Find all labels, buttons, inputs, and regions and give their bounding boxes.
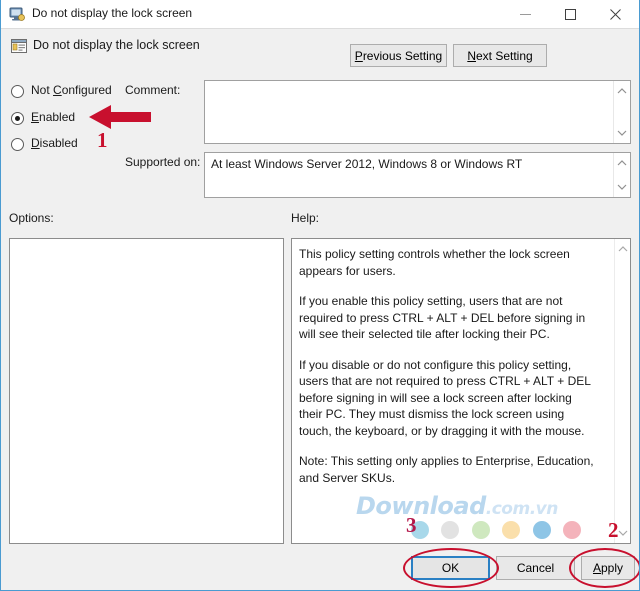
- setting-name-heading: Do not display the lock screen: [33, 38, 200, 52]
- previous-setting-button[interactable]: Previous Setting: [350, 44, 447, 67]
- annotation-number-3: 3: [406, 513, 417, 537]
- apply-accel: A: [592, 561, 601, 575]
- help-paragraph: If you enable this policy setting, users…: [299, 294, 586, 341]
- comment-label: Comment:: [125, 83, 181, 97]
- window-title: Do not display the lock screen: [32, 6, 193, 20]
- watermark-dot: [441, 521, 460, 539]
- watermark-dot: [532, 521, 551, 539]
- help-paragraph: Note: This setting only applies to Enter…: [299, 454, 594, 485]
- previous-setting-label-rest: revious Setting: [362, 48, 443, 63]
- help-text-content: This policy setting controls whether the…: [299, 246, 596, 486]
- annotation-number-1: 1: [97, 128, 108, 152]
- cancel-button[interactable]: Cancel: [496, 556, 575, 580]
- comment-input[interactable]: [204, 80, 631, 144]
- annotation-number-2: 2: [608, 518, 619, 542]
- next-setting-button[interactable]: Next Setting: [453, 44, 547, 67]
- ok-button[interactable]: OK: [411, 556, 490, 580]
- help-panel[interactable]: This policy setting controls whether the…: [291, 238, 631, 544]
- next-setting-accel: N: [467, 48, 476, 63]
- radio-enabled-label: Enabled: [31, 110, 76, 124]
- chevron-down-icon[interactable]: [614, 179, 630, 195]
- minimize-button[interactable]: [503, 0, 548, 28]
- supported-on-scrollbar[interactable]: [613, 153, 630, 197]
- group-policy-setting-dialog: Do not display the lock screen Do not di…: [0, 0, 640, 591]
- chevron-up-icon[interactable]: [615, 241, 631, 257]
- options-label: Options:: [9, 211, 54, 225]
- apply-label-rest: pply: [601, 561, 624, 575]
- help-paragraph: This policy setting controls whether the…: [299, 247, 570, 278]
- help-scrollbar[interactable]: [614, 239, 630, 543]
- radio-disabled-label: Disabled: [31, 136, 78, 150]
- supported-on-input[interactable]: At least Windows Server 2012, Windows 8 …: [204, 152, 631, 198]
- radio-not-configured[interactable]: Not Configured: [11, 83, 121, 101]
- radio-enabled-indicator[interactable]: [11, 112, 24, 125]
- supported-on-label: Supported on:: [125, 155, 201, 169]
- watermark-dot: [502, 521, 521, 539]
- title-bar: Do not display the lock screen: [1, 0, 639, 29]
- next-setting-label-rest: ext Setting: [475, 48, 533, 63]
- close-button[interactable]: [593, 0, 638, 28]
- help-label: Help:: [291, 211, 320, 225]
- comment-scrollbar[interactable]: [613, 81, 630, 143]
- policy-setting-icon: [11, 38, 27, 54]
- radio-disabled-indicator[interactable]: [11, 138, 24, 151]
- supported-on-value: At least Windows Server 2012, Windows 8 …: [211, 157, 523, 171]
- help-paragraph: If you disable or do not configure this …: [299, 357, 591, 438]
- chevron-up-icon[interactable]: [614, 83, 630, 99]
- monitor-policy-icon: [9, 6, 25, 22]
- apply-button[interactable]: Apply: [581, 556, 635, 580]
- maximize-button[interactable]: [548, 0, 593, 28]
- watermark-dot: [563, 521, 582, 539]
- chevron-down-icon[interactable]: [614, 125, 630, 141]
- radio-not-configured-indicator[interactable]: [11, 85, 24, 98]
- chevron-up-icon[interactable]: [614, 155, 630, 171]
- watermark-dot: [471, 521, 490, 539]
- options-panel[interactable]: [9, 238, 284, 544]
- watermark-dots: [411, 521, 589, 539]
- radio-not-configured-label: Not Configured: [31, 83, 112, 97]
- previous-setting-accel: P: [354, 48, 363, 63]
